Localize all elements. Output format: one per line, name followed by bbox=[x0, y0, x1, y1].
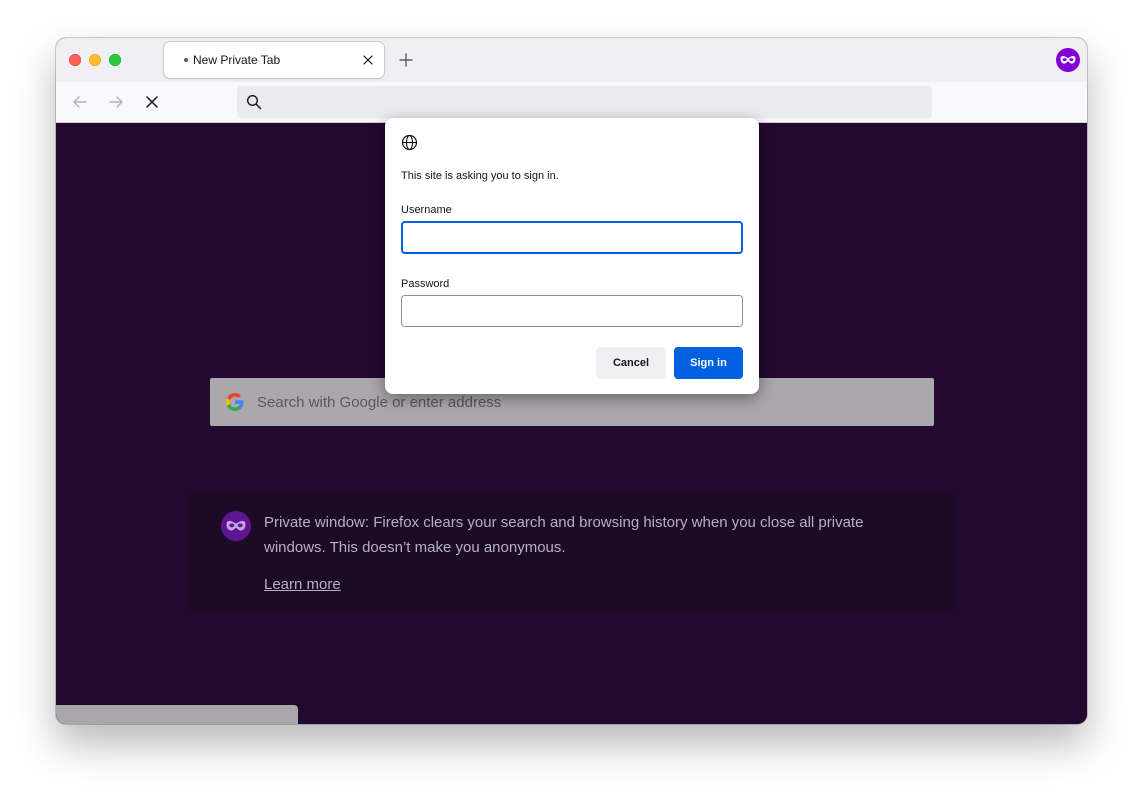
private-mask-icon bbox=[1056, 48, 1080, 72]
forward-arrow-icon[interactable] bbox=[106, 92, 126, 112]
search-icon bbox=[246, 94, 262, 110]
tab-new-private-tab[interactable]: New Private Tab bbox=[164, 42, 384, 78]
browser-window: New Private Tab Search with Google or en… bbox=[56, 38, 1087, 724]
window-close-button[interactable] bbox=[69, 54, 81, 66]
password-field[interactable] bbox=[401, 295, 743, 327]
learn-more-link[interactable]: Learn more bbox=[264, 576, 341, 593]
private-notice-text: Private window: Firefox clears your sear… bbox=[264, 514, 864, 556]
plus-icon[interactable] bbox=[397, 51, 415, 69]
auth-dialog: This site is asking you to sign in. User… bbox=[385, 118, 759, 394]
stop-icon[interactable] bbox=[142, 92, 162, 112]
dialog-message: This site is asking you to sign in. bbox=[401, 170, 559, 182]
search-placeholder: Search with Google or enter address bbox=[257, 394, 502, 411]
back-arrow-icon[interactable] bbox=[70, 92, 90, 112]
dot-icon bbox=[184, 58, 188, 62]
tab-strip: New Private Tab bbox=[56, 38, 1087, 82]
cancel-button[interactable]: Cancel bbox=[596, 347, 666, 379]
status-panel bbox=[56, 705, 298, 724]
google-logo-icon bbox=[226, 393, 244, 411]
address-bar[interactable] bbox=[237, 86, 932, 118]
close-icon[interactable] bbox=[360, 52, 376, 68]
password-label: Password bbox=[401, 278, 450, 290]
tab-title: New Private Tab bbox=[193, 53, 281, 67]
username-label: Username bbox=[401, 204, 452, 216]
globe-icon bbox=[401, 134, 418, 151]
username-field[interactable] bbox=[401, 221, 743, 254]
private-window-notice: Private window: Firefox clears your sear… bbox=[187, 491, 955, 613]
navigation-toolbar bbox=[56, 82, 1087, 123]
sign-in-button[interactable]: Sign in bbox=[674, 347, 743, 379]
window-maximize-button[interactable] bbox=[109, 54, 121, 66]
window-minimize-button[interactable] bbox=[89, 54, 101, 66]
private-mask-icon bbox=[221, 511, 251, 541]
